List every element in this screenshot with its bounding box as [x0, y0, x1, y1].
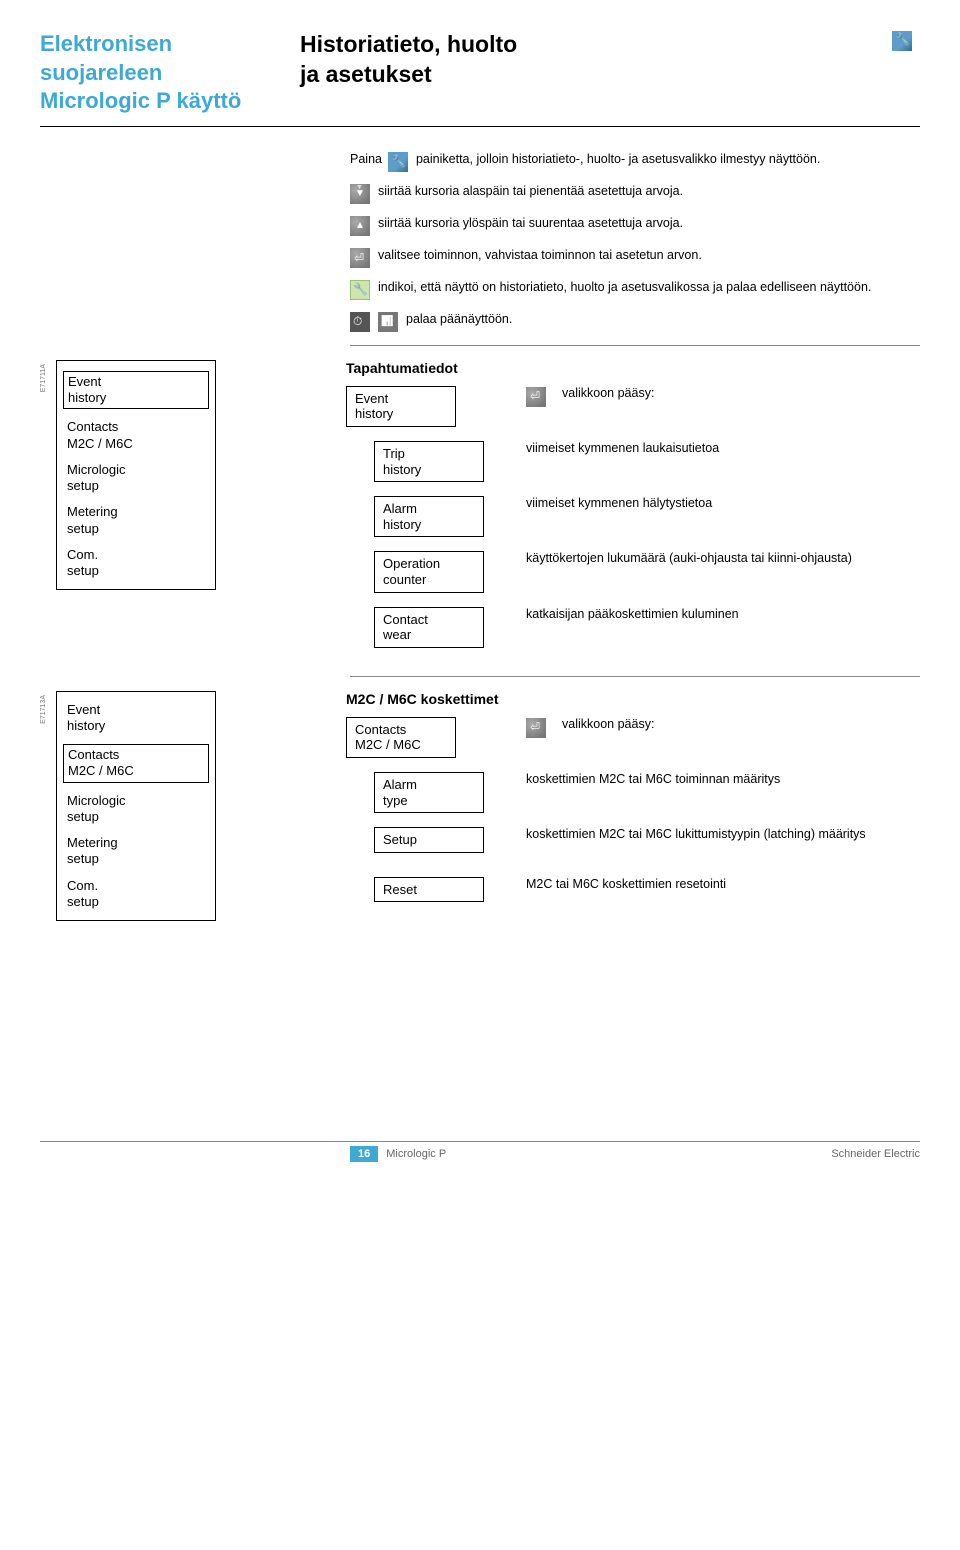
- chip-alarm-type: Alarm type: [374, 772, 484, 813]
- press-label: Paina: [350, 151, 382, 168]
- down-text: siirtää kursoria alaspäin tai pienentää …: [378, 183, 683, 200]
- desc-contacts: valikkoon pääsy:: [562, 717, 654, 731]
- intro-row-ghost: indikoi, että näyttö on historiatieto, h…: [350, 279, 920, 299]
- page-number: 16: [350, 1146, 378, 1162]
- menu-item-metering-setup: Metering setup: [67, 835, 205, 868]
- menu-item-metering-setup: Metering setup: [67, 504, 205, 537]
- desc-trip-history: viimeiset kymmenen laukaisutietoa: [526, 441, 719, 455]
- desc-contact-wear: katkaisijan pääkoskettimien kuluminen: [526, 607, 739, 621]
- chip-contacts: Contacts M2C / M6C: [346, 717, 456, 758]
- wrench-icon: [388, 152, 408, 172]
- chart-icon: [378, 312, 398, 332]
- wrench-icon: [892, 31, 912, 51]
- clock-icon: [350, 312, 370, 332]
- hr1: Historiatieto, huolto: [300, 31, 517, 57]
- up-text: siirtää kursoria ylöspäin tai suurentaa …: [378, 215, 683, 232]
- side-code-2: E71713A: [40, 695, 54, 724]
- hr2: ja asetukset: [300, 61, 432, 87]
- down-icon: [350, 184, 370, 204]
- row-alarm-type: Alarm type koskettimien M2C tai M6C toim…: [346, 772, 920, 813]
- chip-reset: Reset: [374, 877, 484, 903]
- back-text: palaa päänäyttöön.: [406, 311, 512, 328]
- header-left: Elektronisen suojareleen Micrologic P kä…: [40, 30, 300, 116]
- desc-alarm-history: viimeiset kymmenen hälytystietoa: [526, 496, 712, 510]
- menu-item-contacts: Contacts M2C / M6C: [67, 419, 205, 452]
- intro-row-back: palaa päänäyttöön.: [350, 311, 920, 331]
- menu-item-event-history: Event history: [63, 371, 209, 410]
- intro-block: Paina painiketta, jolloin historiatieto-…: [350, 151, 920, 331]
- intro-row-enter: valitsee toiminnon, vahvistaa toiminnon …: [350, 247, 920, 267]
- hl1: Elektronisen: [40, 31, 172, 56]
- detail-1: Tapahtumatiedot Event history valikkoon …: [346, 360, 920, 662]
- menu-item-micrologic-setup: Micrologic setup: [67, 793, 205, 826]
- hl2: suojareleen: [40, 60, 162, 85]
- menu-item-event-history: Event history: [67, 702, 205, 735]
- chip-alarm-history: Alarm history: [374, 496, 484, 537]
- press-after: painiketta, jolloin historiatieto-, huol…: [416, 151, 820, 168]
- chip-contact-wear: Contact wear: [374, 607, 484, 648]
- enter-icon: [526, 718, 546, 738]
- desc-operation-counter: käyttökertojen lukumäärä (auki-ohjausta …: [526, 551, 852, 565]
- enter-text: valitsee toiminnon, vahvistaa toiminnon …: [378, 247, 702, 264]
- menu-item-contacts: Contacts M2C / M6C: [63, 744, 209, 783]
- intro-row-down: siirtää kursoria alaspäin tai pienentää …: [350, 183, 920, 203]
- header-right: Historiatieto, huolto ja asetukset: [300, 30, 862, 90]
- side-code-1: E71711A: [40, 364, 54, 392]
- row-contact-wear: Contact wear katkaisijan pääkoskettimien…: [346, 607, 920, 648]
- menu-item-com-setup: Com. setup: [67, 878, 205, 911]
- section-contacts: E71713A Event history Contacts M2C / M6C…: [40, 691, 920, 922]
- page-header: Elektronisen suojareleen Micrologic P kä…: [40, 30, 920, 116]
- row-event-history: Event history valikkoon pääsy:: [346, 386, 920, 427]
- up-icon: [350, 216, 370, 236]
- menu-box-2: Event history Contacts M2C / M6C Microlo…: [56, 691, 216, 922]
- hl3: Micrologic P käyttö: [40, 88, 241, 113]
- divider: [40, 126, 920, 127]
- desc-reset: M2C tai M6C koskettimien resetointi: [526, 877, 726, 891]
- wrench-ghost-icon: [350, 280, 370, 300]
- chip-setup: Setup: [374, 827, 484, 853]
- desc-setup: koskettimien M2C tai M6C lukittumistyypi…: [526, 827, 866, 841]
- menu-item-com-setup: Com. setup: [67, 547, 205, 580]
- chip-event-history: Event history: [346, 386, 456, 427]
- divider: [350, 345, 920, 346]
- footer-mid: Micrologic P: [386, 1148, 831, 1160]
- divider: [350, 676, 920, 677]
- row-reset: Reset M2C tai M6C koskettimien resetoint…: [346, 877, 920, 903]
- footer-right: Schneider Electric: [831, 1148, 920, 1160]
- ghost-text: indikoi, että näyttö on historiatieto, h…: [378, 279, 871, 296]
- desc-event-history: valikkoon pääsy:: [562, 386, 654, 400]
- detail-2: M2C / M6C koskettimet Contacts M2C / M6C…: [346, 691, 920, 917]
- footer: 16 Micrologic P Schneider Electric: [40, 1141, 920, 1162]
- row-trip-history: Trip history viimeiset kymmenen laukaisu…: [346, 441, 920, 482]
- desc-alarm-type: koskettimien M2C tai M6C toiminnan määri…: [526, 772, 780, 786]
- chip-operation-counter: Operation counter: [374, 551, 484, 592]
- section-event-history: E71711A Event history Contacts M2C / M6C…: [40, 360, 920, 662]
- row-contacts: Contacts M2C / M6C valikkoon pääsy:: [346, 717, 920, 758]
- intro-row-up: siirtää kursoria ylöspäin tai suurentaa …: [350, 215, 920, 235]
- enter-icon: [350, 248, 370, 268]
- menu-item-micrologic-setup: Micrologic setup: [67, 462, 205, 495]
- menu-box-1: Event history Contacts M2C / M6C Microlo…: [56, 360, 216, 591]
- detail-title-2: M2C / M6C koskettimet: [346, 691, 920, 707]
- row-setup: Setup koskettimien M2C tai M6C lukittumi…: [346, 827, 920, 853]
- enter-icon: [526, 387, 546, 407]
- row-operation-counter: Operation counter käyttökertojen lukumää…: [346, 551, 920, 592]
- row-alarm-history: Alarm history viimeiset kymmenen hälytys…: [346, 496, 920, 537]
- chip-trip-history: Trip history: [374, 441, 484, 482]
- intro-row-press: Paina painiketta, jolloin historiatieto-…: [350, 151, 920, 171]
- detail-title-1: Tapahtumatiedot: [346, 360, 920, 376]
